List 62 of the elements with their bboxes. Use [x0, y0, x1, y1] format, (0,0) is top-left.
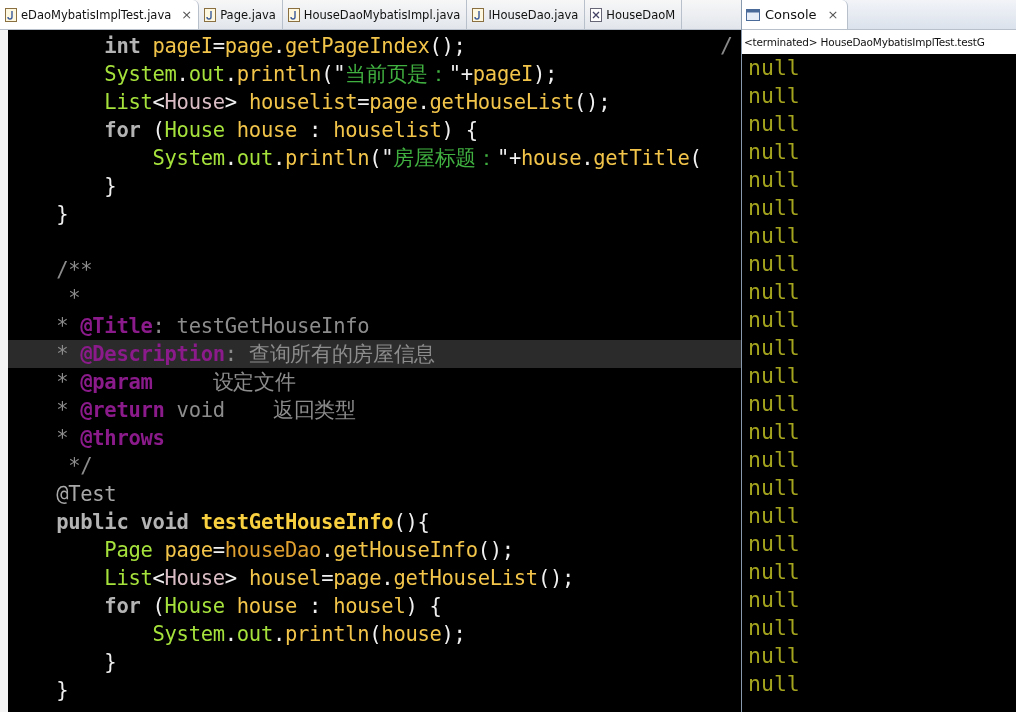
- code-line: }: [103, 174, 117, 198]
- console-line: null: [747, 390, 801, 418]
- code-line: System.out.println(house);: [151, 622, 466, 646]
- code-line: List<House> housel=page.getHouseList();: [103, 566, 575, 590]
- console-icon: [746, 8, 760, 21]
- code-line: * @Description: 查询所有的房屋信息: [55, 341, 436, 368]
- code-line: }: [103, 650, 117, 674]
- console-line: null: [747, 138, 801, 166]
- editor-tab[interactable]: IHouseDao.java: [467, 0, 586, 29]
- console-line: null: [747, 530, 801, 558]
- console-line: null: [747, 586, 801, 614]
- code-line: * @throws: [55, 426, 165, 450]
- console-line: null: [747, 166, 801, 194]
- code-line: }: [55, 678, 69, 702]
- code-line: * @param 设定文件: [55, 369, 296, 396]
- console-line: null: [747, 502, 801, 530]
- console-line: null: [747, 334, 801, 362]
- code-line: @Test: [55, 482, 117, 506]
- code-line: /**: [55, 258, 93, 282]
- code-line: for (House house : houselist) {: [103, 118, 478, 142]
- code-line: */: [67, 454, 93, 478]
- console-line: null: [747, 474, 801, 502]
- code-line: System.out.println("房屋标题："+house.getTitle(: [151, 145, 702, 172]
- code-line: }: [55, 202, 69, 226]
- code-line: System.out.println("当前页是："+pageI);: [103, 61, 558, 88]
- console-line: null: [747, 558, 801, 586]
- xml-file-icon: [590, 7, 603, 22]
- java-file-icon: [472, 7, 485, 22]
- code-line: public void testGetHouseInfo(){: [55, 510, 430, 534]
- editor-tab[interactable]: eDaoMybatisImplTest.java ×: [0, 0, 200, 29]
- console-line: null: [747, 110, 801, 138]
- java-file-icon: [287, 7, 300, 22]
- java-file-icon: [204, 7, 217, 22]
- console-line: null: [747, 222, 801, 250]
- console-line: null: [747, 418, 801, 446]
- editor-tab[interactable]: Page.java: [199, 0, 283, 29]
- console-line: null: [747, 670, 801, 698]
- code-line: *: [67, 286, 81, 310]
- console-line: null: [747, 250, 801, 278]
- code-line: * @return void 返回类型: [55, 397, 356, 424]
- console-line: null: [747, 362, 801, 390]
- close-icon[interactable]: ×: [827, 7, 839, 22]
- code-line: int pageI=page.getPageIndex();: [103, 34, 466, 58]
- console-line: null: [747, 194, 801, 222]
- console-status: <terminated> HouseDaoMybatisImplTest.testG: [742, 30, 1016, 54]
- console-line: null: [747, 54, 801, 82]
- console-line: null: [747, 642, 801, 670]
- java-file-icon: [5, 7, 17, 22]
- console-line: null: [747, 614, 801, 642]
- code-line: List<House> houselist=page.getHouseList();: [103, 90, 611, 114]
- code-line: * @Title: testGetHouseInfo: [55, 314, 370, 338]
- console-line: null: [747, 306, 801, 334]
- code-comment: /: [720, 32, 733, 60]
- code-line: for (House house : housel) {: [103, 594, 442, 618]
- editor-tab[interactable]: HouseDaoM: [585, 0, 683, 29]
- close-icon[interactable]: ×: [181, 7, 193, 22]
- console-tab[interactable]: Console ×: [742, 0, 848, 29]
- console-line: null: [747, 82, 801, 110]
- editor-tab[interactable]: HouseDaoMybatisImpl.java: [282, 0, 468, 29]
- console-line: null: [747, 446, 801, 474]
- console-line: null: [747, 278, 801, 306]
- code-line: Page page=houseDao.getHouseInfo();: [103, 538, 514, 562]
